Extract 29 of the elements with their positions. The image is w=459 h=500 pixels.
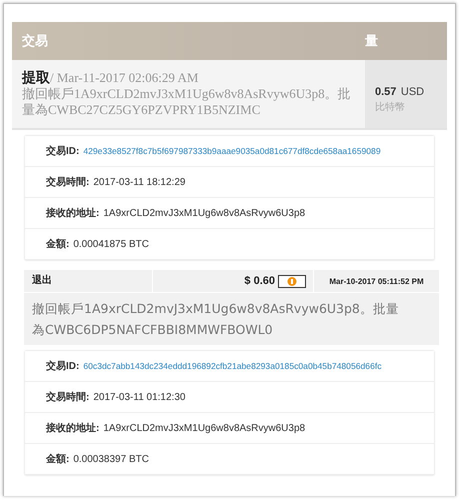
detail-value: 0.00041875 BTC bbox=[73, 238, 149, 250]
detail-label: 交易時間: bbox=[46, 390, 90, 404]
detail-label: 接收的地址: bbox=[46, 206, 100, 220]
detail-label: 交易ID: bbox=[46, 144, 80, 158]
detail-value: 1A9xrCLD2mvJ3xM1Ug6w8v8AsRvyw6U3p8 bbox=[103, 422, 306, 434]
coin-badge-icon bbox=[278, 274, 306, 288]
transaction-time: / Mar-11-2017 02:06:29 AM bbox=[50, 70, 198, 85]
amount-value: 0.57 bbox=[375, 86, 396, 98]
transaction-type: 提取 bbox=[22, 70, 50, 86]
transaction-id-link[interactable]: 60c3dc7abb143dc234eddd196892cfb21abe8293a0185c0a0b45b748056d66fc bbox=[83, 361, 382, 371]
transaction-description: 撤回帳戶1A9xrCLD2mvJ3xM1Ug6w8v8AsRvyw6U3p8。批量為CWBC6DP5NAFCFBBI8MMWFBOWL0 bbox=[31, 300, 400, 339]
transaction-description: 撤回帳戶1A9xrCLD2mvJ3xM1Ug6w8v8AsRvyw6U3p8。批量為CWBC27CZ5GY6PZVPRY1B5NZIMC bbox=[22, 86, 352, 118]
detail-value: 2017-03-11 18:12:29 bbox=[93, 176, 186, 188]
detail-label: 金額: bbox=[46, 452, 70, 466]
detail-value: 2017-03-11 01:12:30 bbox=[93, 392, 186, 402]
currency-label: USD bbox=[400, 86, 424, 98]
detail-label: 交易ID: bbox=[46, 359, 80, 373]
detail-label: 接收的地址: bbox=[46, 422, 100, 435]
transaction-type: 退出 bbox=[24, 270, 153, 292]
detail-value: 1A9xrCLD2mvJ3xM1Ug6w8v8AsRvyw6U3p8 bbox=[103, 208, 306, 218]
detail-label: 交易時間: bbox=[46, 175, 90, 189]
transaction-id-link[interactable]: 429e33e8527f8c7b5f697987333b9aaae9035a0d81c677df8cde658aa1659089 bbox=[83, 146, 381, 156]
detail-label: 金額: bbox=[46, 238, 70, 251]
column-header: 交易 bbox=[21, 32, 49, 50]
unit-label: 比特幣 bbox=[375, 100, 406, 114]
transaction-date: Mar-10-2017 05:11:52 PM bbox=[328, 276, 425, 286]
column-header: 量 bbox=[365, 32, 379, 50]
amount-value: $ 0.60 bbox=[244, 275, 275, 287]
detail-value: 0.00038397 BTC bbox=[73, 454, 149, 464]
